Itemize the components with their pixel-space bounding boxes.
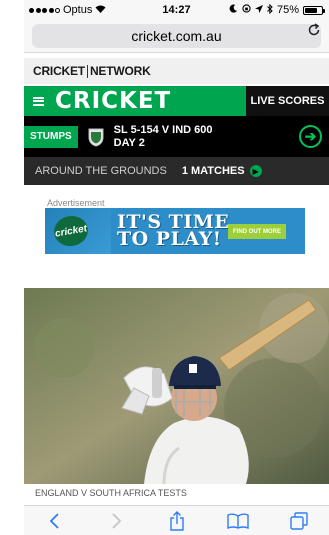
batsman-illustration	[24, 288, 329, 484]
ad-cta-button[interactable]: FIND OUT MORE	[228, 224, 286, 239]
ad-headline: IT'S TIME TO PLAY!	[117, 213, 229, 250]
reload-icon[interactable]	[307, 23, 321, 41]
bluetooth-icon	[267, 3, 273, 17]
article-hero-image[interactable]	[24, 288, 329, 484]
back-icon[interactable]	[24, 512, 85, 529]
share-icon[interactable]	[146, 510, 207, 531]
network-bar[interactable]: CRICKET NETWORK	[24, 58, 329, 84]
signal-strength-icon	[29, 7, 60, 13]
site-logo[interactable]: CRICKET	[55, 88, 171, 114]
around-the-grounds-bar[interactable]: AROUND THE GROUNDS 1 MATCHES ▶	[24, 157, 329, 185]
network-divider	[86, 64, 88, 78]
site-header: CRICKET LIVE SCORES	[24, 86, 329, 116]
live-scores-button[interactable]: LIVE SCORES	[246, 86, 329, 116]
status-icons: 75%	[229, 3, 329, 17]
moon-icon	[229, 4, 238, 16]
wifi-icon	[95, 4, 106, 16]
arrow-right-icon[interactable]: ➔	[299, 125, 322, 148]
browser-bottom-toolbar	[24, 505, 329, 535]
score-line: SL 5-154 V IND 600	[113, 123, 213, 136]
team-crest-icon	[85, 126, 107, 148]
bookmarks-icon[interactable]	[207, 513, 268, 529]
forward-icon[interactable]	[85, 512, 146, 529]
location-icon	[254, 4, 263, 16]
chevron-right-icon: ▶	[249, 165, 262, 177]
brand-area: CRICKET	[24, 86, 246, 116]
network-logo-right: NETWORK	[89, 64, 151, 78]
carrier-signal: Optus	[24, 4, 106, 16]
network-logo-left: CRICKET	[33, 64, 85, 78]
tabs-icon[interactable]	[268, 511, 329, 530]
rotation-lock-icon	[242, 4, 251, 16]
article-caption[interactable]: ENGLAND V SOUTH AFRICA TESTS	[24, 488, 329, 498]
address-bar[interactable]: cricket.com.au	[32, 24, 321, 48]
ad-headline-line2: TO PLAY!	[117, 228, 222, 250]
status-bar: Optus 14:27 75%	[24, 0, 329, 20]
advertisement-banner[interactable]: cricket IT'S TIME TO PLAY! FIND OUT MORE	[45, 208, 305, 254]
battery-icon	[303, 5, 325, 15]
menu-icon[interactable]	[33, 96, 44, 106]
battery-percent: 75%	[276, 4, 299, 16]
around-label: AROUND THE GROUNDS	[35, 165, 167, 177]
match-day: DAY 2	[113, 136, 145, 149]
match-score-bar[interactable]: STUMPS SL 5-154 V IND 600 DAY 2 ➔	[24, 116, 329, 157]
matches-count: 1 MATCHES	[181, 165, 245, 177]
match-status-badge: STUMPS	[24, 125, 78, 148]
url-text: cricket.com.au	[131, 28, 222, 44]
match-score: SL 5-154 V IND 600 DAY 2	[114, 124, 213, 150]
browser-toolbar: cricket.com.au	[24, 20, 329, 53]
advertisement-label: Advertisement	[47, 198, 105, 208]
carrier-name: Optus	[63, 4, 93, 16]
